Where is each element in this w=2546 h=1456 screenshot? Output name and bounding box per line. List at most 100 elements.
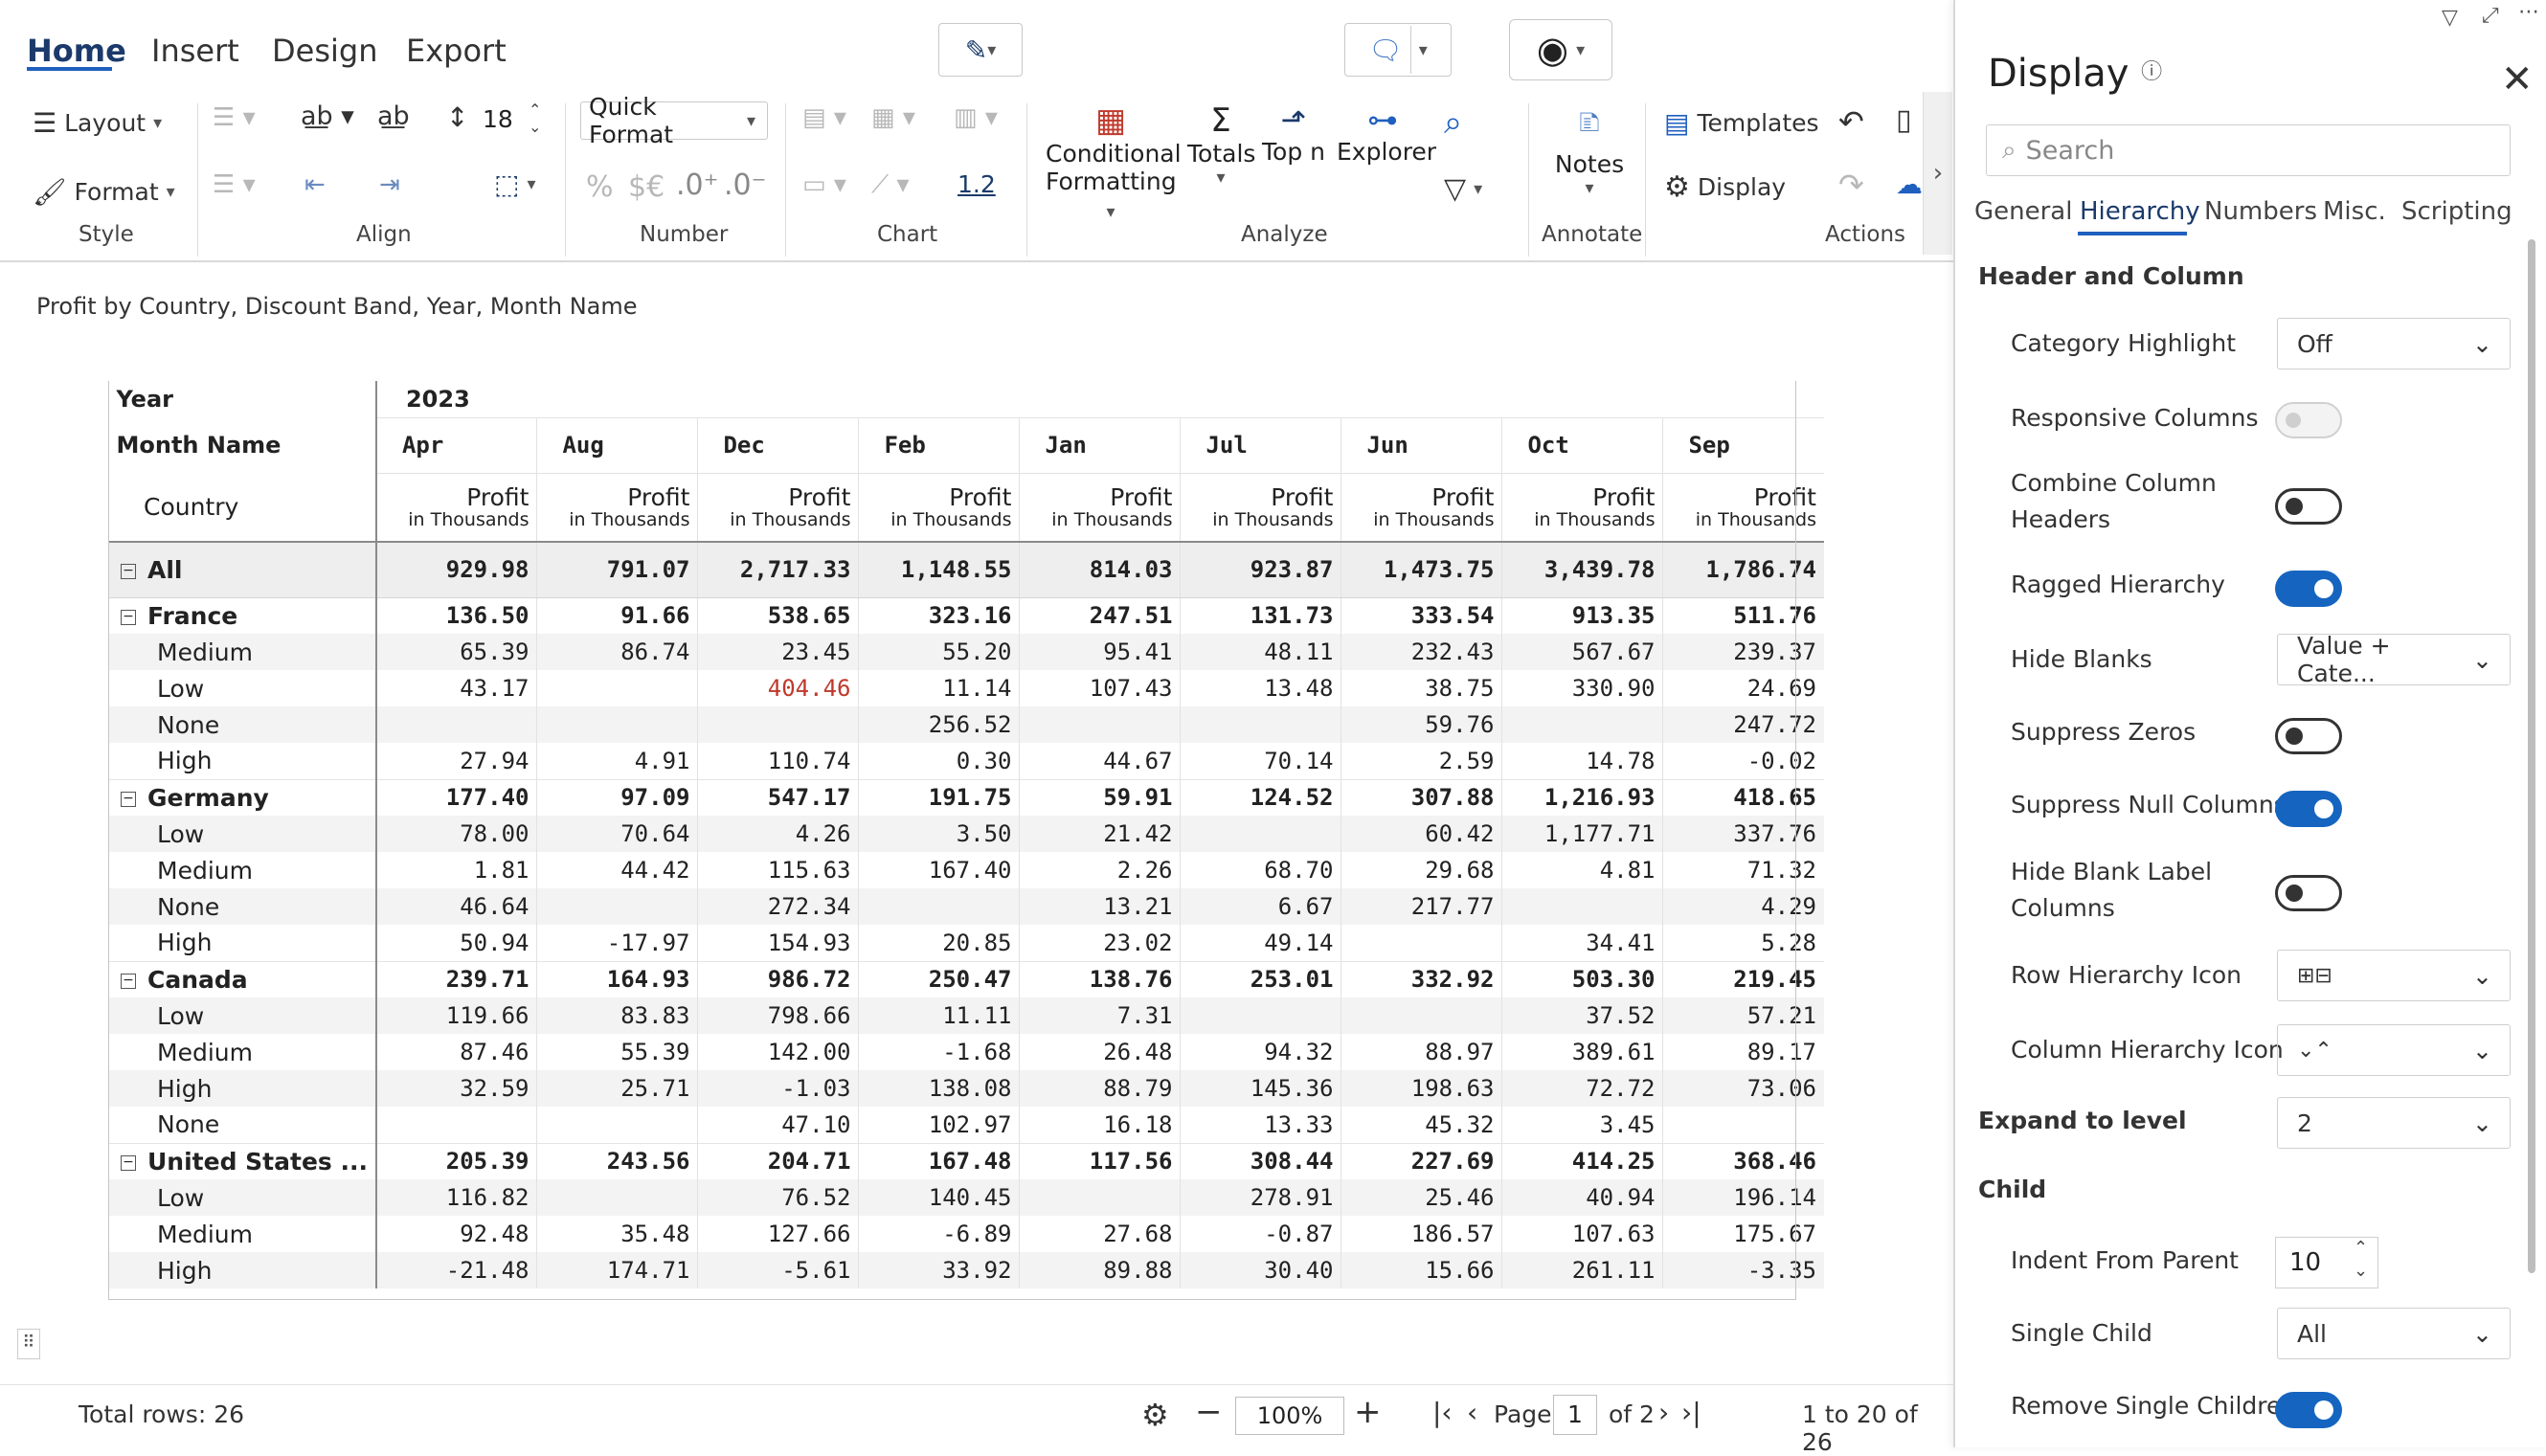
value-cell[interactable]: 1,216.93	[1501, 778, 1663, 816]
value-cell[interactable]: 4.81	[1501, 852, 1663, 888]
value-cell[interactable]: 368.46	[1662, 1142, 1824, 1179]
value-cell[interactable]: 45.32	[1341, 1107, 1502, 1143]
value-cell[interactable]: 253.01	[1180, 960, 1341, 997]
last-page-button[interactable]: ›|	[1681, 1397, 1701, 1428]
format-button[interactable]: 🖌 Format ▾	[33, 176, 175, 208]
value-cell[interactable]	[536, 888, 698, 925]
value-cell[interactable]: 140.45	[858, 1179, 1020, 1216]
value-cell[interactable]: 913.35	[1501, 596, 1663, 634]
value-cell[interactable]: 95.41	[1019, 634, 1181, 670]
value-cell[interactable]: -0.02	[1662, 743, 1824, 779]
value-cell[interactable]: 117.56	[1019, 1142, 1181, 1179]
page-number-input[interactable]: 1	[1553, 1395, 1597, 1435]
measure-header[interactable]: Profit in Thousands	[697, 473, 859, 543]
conditional-formatting-button[interactable]: ▦ Conditional Formatting ▾	[1046, 101, 1182, 223]
value-cell[interactable]: 21.42	[1019, 816, 1181, 852]
value-cell[interactable]: 418.65	[1662, 778, 1824, 816]
country-header[interactable]: Country	[107, 473, 377, 543]
table-row[interactable]: Low 78.00 70.64 4.26 3.50 21.42 60.42 1,177.71 3…	[107, 816, 1824, 852]
row-label[interactable]: Low	[107, 816, 377, 852]
value-cell[interactable]	[1019, 1179, 1181, 1216]
value-cell[interactable]: 11.14	[858, 670, 1020, 706]
zoom-input[interactable]: 100%	[1235, 1397, 1344, 1435]
value-cell[interactable]: 73.06	[1662, 1070, 1824, 1107]
measure-header[interactable]: Profit in Thousands	[858, 473, 1020, 543]
value-cell[interactable]: 107.43	[1019, 670, 1181, 706]
value-cell[interactable]: 923.87	[1180, 542, 1341, 598]
value-cell[interactable]: 503.30	[1501, 960, 1663, 997]
close-icon[interactable]: ✕	[2501, 57, 2534, 101]
tab-design[interactable]: Design	[272, 33, 377, 69]
value-cell[interactable]: 414.25	[1501, 1142, 1663, 1179]
value-cell[interactable]: 1,148.55	[858, 542, 1020, 598]
value-cell[interactable]: 145.36	[1180, 1070, 1341, 1107]
value-cell[interactable]: 1,786.74	[1662, 542, 1824, 598]
value-cell[interactable]: 232.43	[1341, 634, 1502, 670]
chart-decimal-button[interactable]: 1.2	[958, 170, 996, 198]
value-cell[interactable]: 88.97	[1341, 1034, 1502, 1070]
value-cell[interactable]: 167.48	[858, 1142, 1020, 1179]
value-cell[interactable]: 142.00	[697, 1034, 859, 1070]
month-header[interactable]: Jul	[1180, 417, 1341, 474]
value-cell[interactable]: 49.14	[1180, 925, 1341, 961]
panel-tab-hierarchy[interactable]: Hierarchy	[2080, 197, 2200, 226]
value-cell[interactable]: 72.72	[1501, 1070, 1663, 1107]
hide-blank-label-columns-toggle[interactable]	[2275, 875, 2342, 911]
value-cell[interactable]: 119.66	[375, 997, 537, 1034]
drag-handle[interactable]: ⠿	[17, 1329, 40, 1359]
row-label[interactable]: − Canada	[107, 960, 377, 997]
value-cell[interactable]: 76.52	[697, 1179, 859, 1216]
value-cell[interactable]: 239.71	[375, 960, 537, 997]
value-cell[interactable]: 261.11	[1501, 1252, 1663, 1288]
value-cell[interactable]: 164.93	[536, 960, 698, 997]
value-cell[interactable]: 124.52	[1180, 778, 1341, 816]
collapse-icon[interactable]: −	[121, 973, 136, 989]
value-cell[interactable]: -3.35	[1662, 1252, 1824, 1288]
layout-button[interactable]: ☰ Layout ▾	[33, 107, 162, 139]
category-highlight-select[interactable]: Off ⌄	[2277, 318, 2511, 370]
border-button[interactable]: ⬚ ▾	[494, 168, 536, 200]
value-cell[interactable]	[375, 1107, 537, 1143]
line-chart-button[interactable]: ⟋ ▾	[871, 170, 910, 200]
totals-button[interactable]: Σ Totals ▾	[1187, 101, 1255, 188]
value-cell[interactable]: 91.66	[536, 596, 698, 634]
value-cell[interactable]: 219.45	[1662, 960, 1824, 997]
value-cell[interactable]: 34.41	[1501, 925, 1663, 961]
table-row[interactable]: − Canada 239.71 164.93 986.72 250.47 138.76 253…	[107, 960, 1824, 997]
table-row[interactable]: − France 136.50 91.66 538.65 323.16 247.51 131.…	[107, 596, 1824, 634]
value-cell[interactable]: 89.88	[1019, 1252, 1181, 1288]
value-cell[interactable]: 4.26	[697, 816, 859, 852]
value-cell[interactable]: 102.97	[858, 1107, 1020, 1143]
value-cell[interactable]: 2,717.33	[697, 542, 859, 598]
value-cell[interactable]: 60.42	[1341, 816, 1502, 852]
row-label[interactable]: None	[107, 888, 377, 925]
redo-button[interactable]: ↷	[1838, 167, 1864, 203]
table-row[interactable]: Medium 1.81 44.42 115.63 167.40 2.26 68.70 29.6…	[107, 852, 1824, 888]
table-row[interactable]: None 256.52 59.76 247.72	[107, 706, 1824, 743]
search-input[interactable]: ⌕ Search	[1986, 124, 2511, 176]
value-cell[interactable]: 57.21	[1662, 997, 1824, 1034]
value-cell[interactable]: 547.17	[697, 778, 859, 816]
suppress-null-columns-toggle[interactable]	[2275, 791, 2342, 827]
row-label[interactable]: Medium	[107, 1034, 377, 1070]
settings-gear-icon[interactable]: ⚙	[1141, 1397, 1169, 1433]
value-cell[interactable]: 92.48	[375, 1216, 537, 1252]
value-cell[interactable]: 11.11	[858, 997, 1020, 1034]
year-value[interactable]: 2023	[375, 381, 1824, 418]
value-cell[interactable]	[1341, 997, 1502, 1034]
value-cell[interactable]: 59.76	[1341, 706, 1502, 743]
value-cell[interactable]: 115.63	[697, 852, 859, 888]
value-cell[interactable]: 15.66	[1341, 1252, 1502, 1288]
value-cell[interactable]: 136.50	[375, 596, 537, 634]
value-cell[interactable]	[1180, 816, 1341, 852]
value-cell[interactable]	[1019, 706, 1181, 743]
value-cell[interactable]: 55.39	[536, 1034, 698, 1070]
templates-button[interactable]: ▤ Templates	[1664, 107, 1819, 139]
value-cell[interactable]: 986.72	[697, 960, 859, 997]
row-height-button[interactable]: ↕	[446, 101, 468, 133]
value-cell[interactable]	[697, 706, 859, 743]
panel-scrollbar[interactable]	[2528, 239, 2535, 1273]
value-cell[interactable]: 65.39	[375, 634, 537, 670]
value-cell[interactable]: 191.75	[858, 778, 1020, 816]
value-cell[interactable]: 27.94	[375, 743, 537, 779]
